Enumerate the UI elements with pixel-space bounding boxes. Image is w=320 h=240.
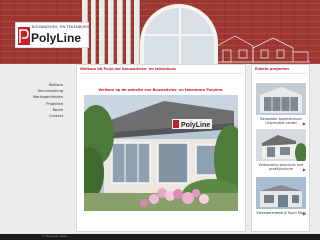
footer: © PolyLine 2009 <box>0 234 320 240</box>
projects-divider <box>255 73 306 74</box>
arrow-right-icon[interactable]: ▶ <box>303 167 306 172</box>
project-caption: Renovatie Sportcentrum Universiteit Leid… <box>260 117 302 125</box>
project-card[interactable]: Verbouwing woonhuis met praktijkruimte ▶ <box>256 129 306 172</box>
logo-mark-icon <box>18 27 30 45</box>
arrow-right-icon[interactable]: ▶ <box>303 121 306 126</box>
project-card[interactable]: Vleeswarenbedrijf Topin Mooi ▶ <box>256 177 306 216</box>
polyline-logo[interactable]: BOUWADVIES- EN TEKENBURO PolyLine <box>15 22 89 48</box>
arrow-right-icon[interactable]: ▶ <box>303 211 306 216</box>
project-caption: Verbouwing woonhuis met praktijkruimte <box>258 163 304 171</box>
logo-tagline: BOUWADVIES- EN TEKENBURO <box>32 25 90 29</box>
window-frame-columns <box>82 0 141 64</box>
sidebar: Welkom Kennismaking Werkzaamheden Projec… <box>0 64 66 240</box>
title-divider <box>80 73 242 74</box>
project-card[interactable]: Renovatie Sportcentrum Universiteit Leid… <box>256 83 306 126</box>
nav-item-contact[interactable]: Contact <box>33 113 63 119</box>
office-building-photo: PolyLine <box>84 95 238 211</box>
house-sketch-graphic <box>215 35 310 63</box>
main-nav: Welkom Kennismaking Werkzaamheden Projec… <box>33 82 63 119</box>
logo-name: PolyLine <box>31 31 82 45</box>
project-caption: Vleeswarenbedrijf Topin Mooi <box>256 211 306 215</box>
project-thumbnail[interactable] <box>256 129 306 161</box>
building-sign-text: PolyLine <box>181 122 210 129</box>
project-thumbnail[interactable] <box>256 177 306 209</box>
nav-item-werkzaamheden[interactable]: Werkzaamheden <box>33 94 63 100</box>
header-banner: BOUWADVIES- EN TEKENBURO PolyLine <box>0 0 320 64</box>
main-content-panel: Welkom bij PolyLine bouwadvies- en teken… <box>76 64 246 232</box>
project-thumbnail[interactable] <box>256 83 306 115</box>
welcome-heading: Welkom op de website van Bouwadvies- en … <box>98 88 224 92</box>
page-title: Welkom bij PolyLine bouwadvies- en teken… <box>80 67 176 71</box>
projects-panel: Enkele projecten Renovatie Sportcentrum … <box>251 64 310 232</box>
projects-title: Enkele projecten <box>255 67 289 71</box>
footer-copyright: © PolyLine 2009 <box>42 234 67 238</box>
